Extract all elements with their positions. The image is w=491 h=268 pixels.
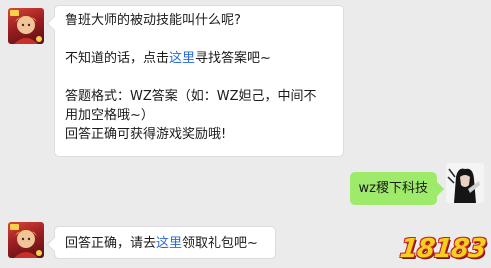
message-line: 回答正确可获得游戏奖励哦! — [65, 125, 333, 144]
message-line: 鲁班大师的被动技能叫什么呢? — [65, 11, 333, 30]
message-text: 不知道的话，点击 — [65, 51, 170, 66]
find-answer-link[interactable]: 这里 — [169, 51, 195, 66]
message-text: 回答正确，请去 — [65, 236, 157, 251]
message-text: 答题格式：WZ答案（如：WZ妲己，中间不 — [65, 89, 317, 104]
message-text: 寻找答案吧~ — [195, 51, 271, 66]
user-avatar-icon[interactable] — [446, 163, 484, 203]
sender-avatar-icon[interactable] — [8, 8, 44, 44]
message-text: wz稷下科技 — [358, 181, 428, 196]
sender-avatar-icon[interactable] — [8, 222, 44, 258]
reply-message-bubble: 回答正确，请去这里领取礼包吧~ — [54, 226, 276, 259]
message-text: 领取礼包吧~ — [182, 236, 258, 251]
user-avatar-image — [446, 163, 484, 203]
message-text: 用加空格哦~） — [65, 108, 154, 123]
message-text: 回答正确可获得游戏奖励哦! — [65, 127, 227, 142]
message-line: 答题格式：WZ答案（如：WZ妲己，中间不 — [65, 87, 333, 106]
game-character-avatar-icon — [10, 224, 42, 258]
sent-answer-bubble: wz稷下科技 — [349, 172, 437, 205]
message-line: 用加空格哦~） — [65, 106, 333, 125]
game-character-avatar-icon — [10, 10, 42, 44]
question-message-bubble: 鲁班大师的被动技能叫什么呢? 不知道的话，点击这里寻找答案吧~ 答题格式：WZ答… — [54, 5, 344, 157]
claim-gift-link[interactable]: 这里 — [156, 236, 182, 251]
message-text: 鲁班大师的被动技能叫什么呢? — [65, 13, 241, 28]
site-watermark-logo: 18183 — [397, 234, 487, 264]
message-line: 不知道的话，点击这里寻找答案吧~ — [65, 49, 333, 68]
